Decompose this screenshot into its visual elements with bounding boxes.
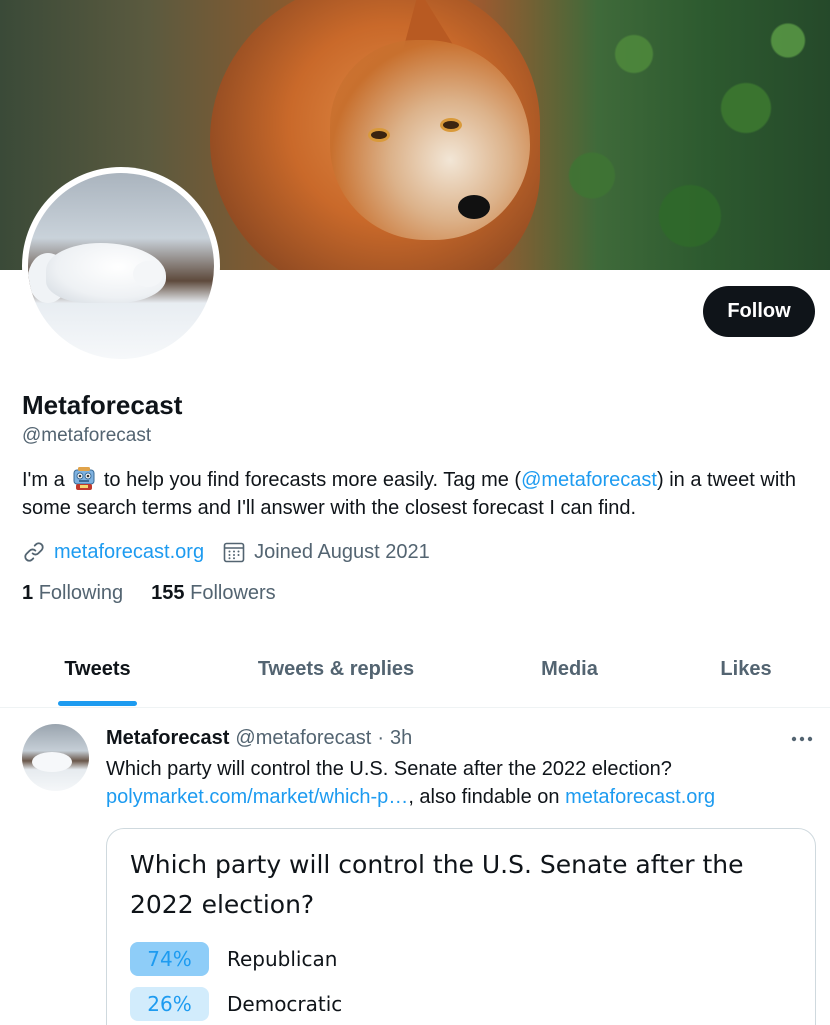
card-option: 26% Democratic [130, 987, 342, 1021]
tweet-separator: · [377, 726, 384, 749]
card-option: 74% Republican [130, 942, 337, 976]
following-link[interactable]: 1 Following [22, 582, 123, 605]
tweet-link-metaforecast[interactable]: metaforecast.org [565, 786, 715, 808]
website-item: metaforecast.org [22, 540, 204, 564]
banner-fox-eye [368, 128, 390, 142]
tweet-time[interactable]: 3h [390, 727, 412, 750]
tab-likes[interactable]: Likes [662, 632, 830, 707]
avatar-fox-head [133, 261, 163, 287]
card-title: Which party will control the U.S. Senate… [130, 850, 744, 919]
joined-item: Joined August 2021 [222, 540, 430, 564]
profile-avatar[interactable] [22, 167, 220, 365]
profile-handle: @metaforecast [22, 425, 152, 446]
banner-foliage [550, 0, 830, 270]
profile-stats: 1 Following 155 Followers [22, 582, 304, 605]
tweet-avatar[interactable] [22, 724, 89, 791]
tweet-text: Which party will control the U.S. Senate… [106, 755, 816, 811]
following-count: 1 [22, 582, 34, 604]
tweet-header: Metaforecast @metaforecast · 3h [106, 724, 412, 752]
tab-media[interactable]: Media [477, 632, 662, 707]
tab-tweets[interactable]: Tweets [0, 632, 195, 707]
following-label: Following [38, 582, 124, 604]
profile-meta: metaforecast.org Joined August 2021 [22, 537, 448, 567]
tweet-text-mid: , also findable on [408, 786, 566, 808]
bio-text-middle: to help you find forecasts more easily. … [98, 469, 522, 491]
joined-date: Joined August 2021 [254, 540, 430, 563]
tweet-author-name[interactable]: Metaforecast [106, 727, 229, 750]
option-percent: 26% [130, 987, 209, 1021]
tab-tweets-replies[interactable]: Tweets & replies [195, 632, 477, 707]
profile-bio: I'm a to help you find forecasts more ea… [22, 465, 812, 522]
website-link[interactable]: metaforecast.org [54, 541, 204, 564]
banner-fox-eye [440, 118, 462, 132]
tweet-author-handle[interactable]: @metaforecast [235, 727, 371, 750]
tweet-body: Which party will control the U.S. Senate… [106, 758, 672, 780]
avatar-image [28, 173, 214, 359]
forecast-card[interactable]: Which party will control the U.S. Senate… [106, 828, 816, 1025]
followers-link[interactable]: 155 Followers [151, 582, 276, 605]
link-icon [24, 542, 44, 562]
followers-count: 155 [151, 582, 185, 604]
option-percent: 74% [130, 942, 209, 976]
banner-fox-nose [458, 195, 490, 219]
follow-button[interactable]: Follow [703, 286, 815, 337]
profile-name: Metaforecast [22, 390, 183, 420]
bio-text-prefix: I'm a [22, 469, 65, 491]
option-label: Democratic [227, 992, 343, 1016]
more-icon[interactable] [788, 727, 816, 751]
profile-tabs: Tweets Tweets & replies Media Likes [0, 632, 830, 708]
robot-emoji-icon [70, 465, 98, 491]
tweet-avatar-fox [32, 752, 72, 772]
followers-label: Followers [190, 582, 276, 604]
active-tab-indicator [58, 701, 137, 706]
bio-mention-link[interactable]: @metaforecast [521, 469, 657, 491]
option-label: Republican [227, 947, 338, 971]
tweet-link-polymarket[interactable]: polymarket.com/market/which-p… [106, 786, 408, 808]
calendar-icon [223, 542, 245, 563]
